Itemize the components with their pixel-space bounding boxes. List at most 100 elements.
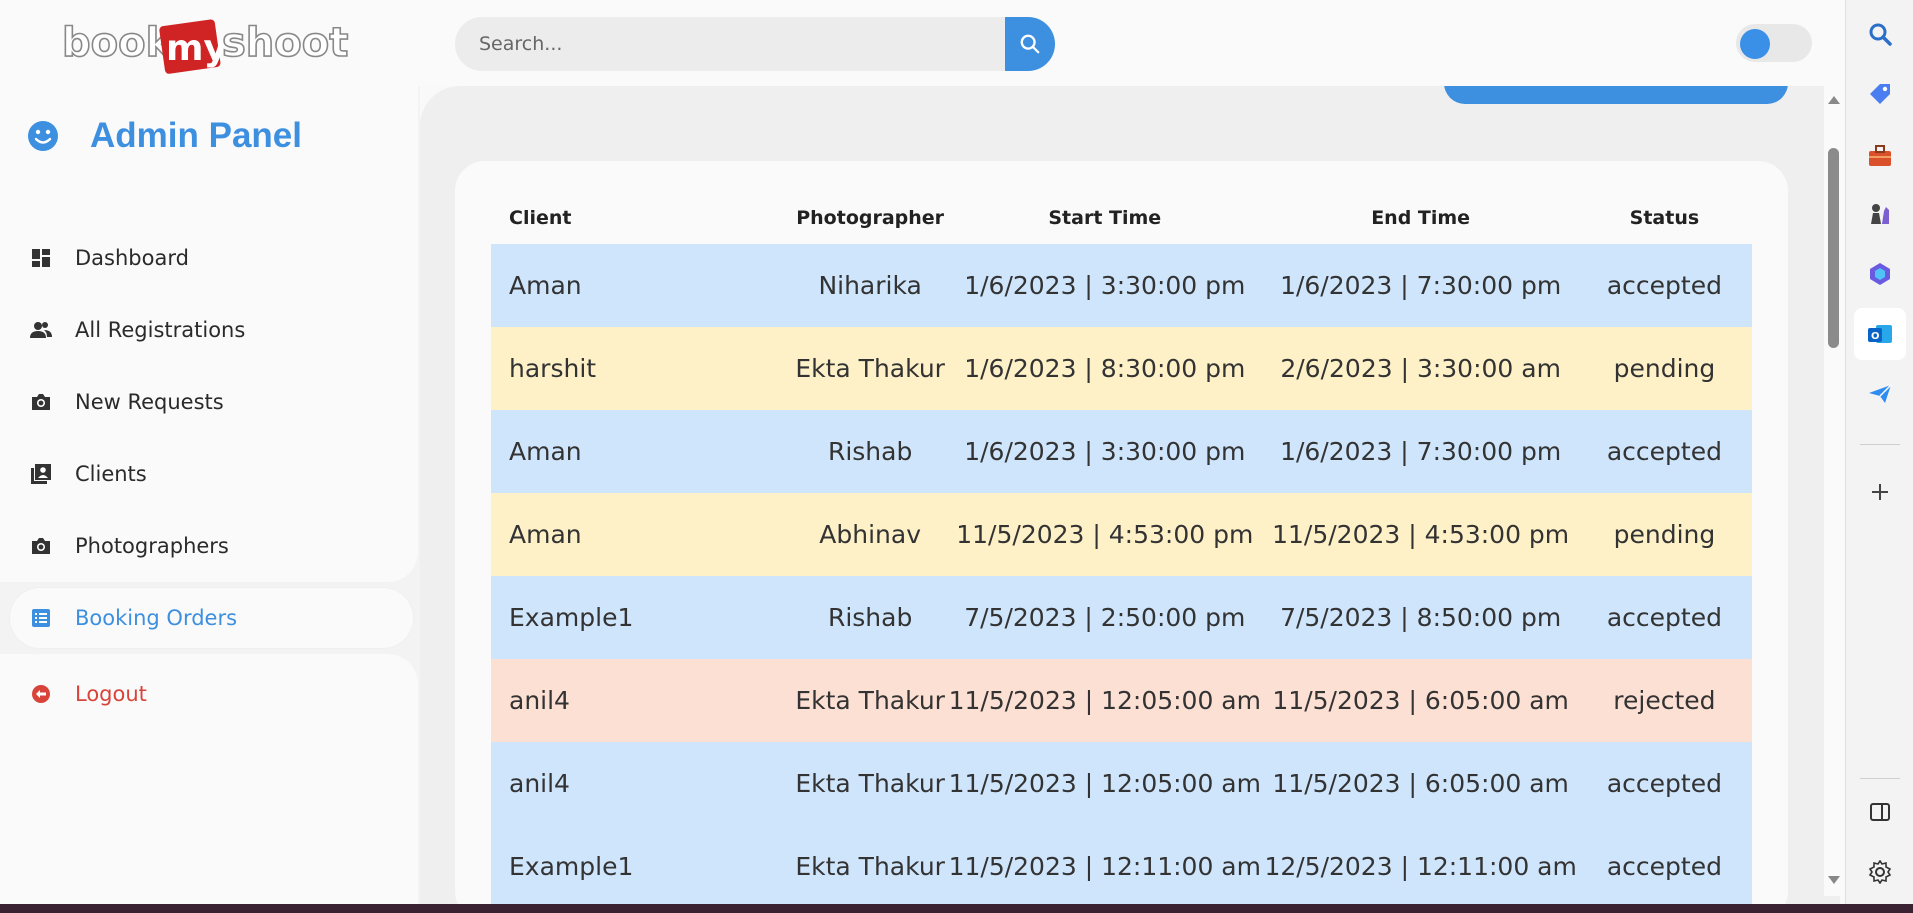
camera-icon [30,535,52,557]
page-title: Dashboard [456,86,785,97]
cell-status: rejected [1576,659,1752,742]
cell-end-time: 7/5/2023 | 8:50:00 pm [1264,576,1577,659]
sidebar-item-label: Clients [75,462,147,486]
column-header-photographer: Photographer [796,206,945,229]
settings-icon[interactable] [1864,856,1896,888]
sidebar-item-clients[interactable]: Clients [30,454,147,494]
cell-end-time: 1/6/2023 | 7:30:00 pm [1264,244,1577,327]
cell-status: accepted [1576,742,1752,825]
sidebar-top-section: Admin Panel Dashboard All Registrations … [0,86,418,582]
cell-status: accepted [1576,244,1752,327]
list-icon [30,607,52,629]
cell-start-time: 7/5/2023 | 2:50:00 pm [945,576,1265,659]
cell-status: accepted [1576,576,1752,659]
page-scrollbar[interactable] [1824,86,1844,896]
cell-end-time: 11/5/2023 | 4:53:00 pm [1264,493,1577,576]
table-row[interactable]: anil4 Ekta Thakur 11/5/2023 | 12:05:00 a… [491,659,1752,742]
table-row[interactable]: anil4 Ekta Thakur 11/5/2023 | 12:05:00 a… [491,742,1752,825]
table-row[interactable]: Example1 Rishab 7/5/2023 | 2:50:00 pm 7/… [491,576,1752,659]
contacts-icon [30,463,52,485]
outlook-icon[interactable]: O [1864,318,1896,350]
people-icon [30,319,52,341]
cell-start-time: 1/6/2023 | 3:30:00 pm [945,244,1265,327]
cell-end-time: 12/5/2023 | 12:11:00 am [1264,825,1577,908]
theme-toggle[interactable] [1736,24,1812,62]
scroll-up-arrow[interactable] [1828,96,1840,104]
cell-photographer: Ekta Thakur [795,825,946,908]
copilot-icon[interactable] [1864,258,1896,290]
table-row[interactable]: Aman Niharika 1/6/2023 | 3:30:00 pm 1/6/… [491,244,1752,327]
sidebar: Admin Panel Dashboard All Registrations … [0,86,420,913]
header-action-button[interactable] [1444,86,1788,104]
cell-client: anil4 [491,742,796,825]
cell-client: anil4 [491,659,796,742]
heading-clip: Dashboard [420,86,1824,126]
cell-start-time: 1/6/2023 | 3:30:00 pm [945,410,1265,493]
scroll-thumb[interactable] [1828,148,1839,348]
send-icon[interactable] [1864,378,1896,410]
toggle-knob [1740,29,1770,59]
add-icon[interactable] [1864,476,1896,508]
column-header-status: Status [1629,206,1700,229]
scroll-down-arrow[interactable] [1828,876,1840,884]
table-row[interactable]: Example1 Ekta Thakur 11/5/2023 | 12:11:0… [491,825,1752,908]
cell-photographer: Niharika [795,244,946,327]
search-bar [455,17,1055,71]
sidebar-item-label: New Requests [75,390,224,414]
logout-icon [30,683,52,705]
search-icon[interactable] [1864,18,1896,50]
cell-client: harshit [491,327,796,410]
table-row[interactable]: Aman Rishab 1/6/2023 | 3:30:00 pm 1/6/20… [491,410,1752,493]
cell-client: Aman [491,493,796,576]
sidebar-item-label: All Registrations [75,318,246,342]
column-header-client: Client [509,206,572,229]
brand-logo[interactable]: book my shoot [61,14,358,84]
top-bar: book my shoot [0,0,1845,86]
chess-icon[interactable] [1864,198,1896,230]
sidebar-bottom-section: Logout [0,654,418,913]
sidebar-item-all-registrations[interactable]: All Registrations [30,310,245,350]
cell-photographer: Ekta Thakur [795,659,946,742]
cell-start-time: 11/5/2023 | 4:53:00 pm [945,493,1265,576]
taskbar-edge [0,904,1913,913]
cell-status: accepted [1576,825,1752,908]
cell-start-time: 1/6/2023 | 8:30:00 pm [945,327,1265,410]
cell-end-time: 11/5/2023 | 6:05:00 am [1264,659,1577,742]
cell-client: Example1 [491,825,796,908]
cell-photographer: Ekta Thakur [795,742,946,825]
camera-icon [30,391,52,413]
cell-start-time: 11/5/2023 | 12:11:00 am [945,825,1265,908]
cell-photographer: Rishab [795,576,946,659]
cell-photographer: Abhinav [795,493,946,576]
cell-status: accepted [1576,410,1752,493]
table-row[interactable]: Aman Abhinav 11/5/2023 | 4:53:00 pm 11/5… [491,493,1752,576]
sidebar-item-logout[interactable]: Logout [30,674,147,714]
table-row[interactable]: harshit Ekta Thakur 1/6/2023 | 8:30:00 p… [491,327,1752,410]
split-view-icon[interactable] [1864,796,1896,828]
search-input[interactable] [455,17,1015,71]
svg-text:O: O [1871,331,1880,342]
column-header-start-time: Start Time [1048,206,1162,229]
sidebar-item-label: Dashboard [75,246,189,270]
cell-client: Aman [491,244,796,327]
cell-client: Example1 [491,576,796,659]
svg-text:shoot: shoot [222,20,348,66]
sidebar-item-new-requests[interactable]: New Requests [30,382,224,422]
tag-icon[interactable] [1864,78,1896,110]
cell-start-time: 11/5/2023 | 12:05:00 am [945,742,1265,825]
admin-panel-title: Admin Panel [26,116,302,156]
briefcase-icon[interactable] [1864,140,1896,172]
cell-client: Aman [491,410,796,493]
sidebar-item-photographers[interactable]: Photographers [30,526,229,566]
sidebar-item-booking-orders[interactable]: Booking Orders [10,588,413,648]
table-header-row: Client Photographer Start Time End Time … [491,191,1752,244]
dashboard-icon [30,247,52,269]
cell-end-time: 2/6/2023 | 3:30:00 am [1264,327,1577,410]
sidebar-item-label: Booking Orders [75,606,238,630]
cell-start-time: 11/5/2023 | 12:05:00 am [945,659,1265,742]
sidebar-item-dashboard[interactable]: Dashboard [30,238,189,278]
booking-orders-table: Client Photographer Start Time End Time … [491,191,1752,908]
admin-panel-label: Admin Panel [90,116,302,155]
search-button[interactable] [1005,17,1055,71]
rail-divider [1860,444,1900,445]
